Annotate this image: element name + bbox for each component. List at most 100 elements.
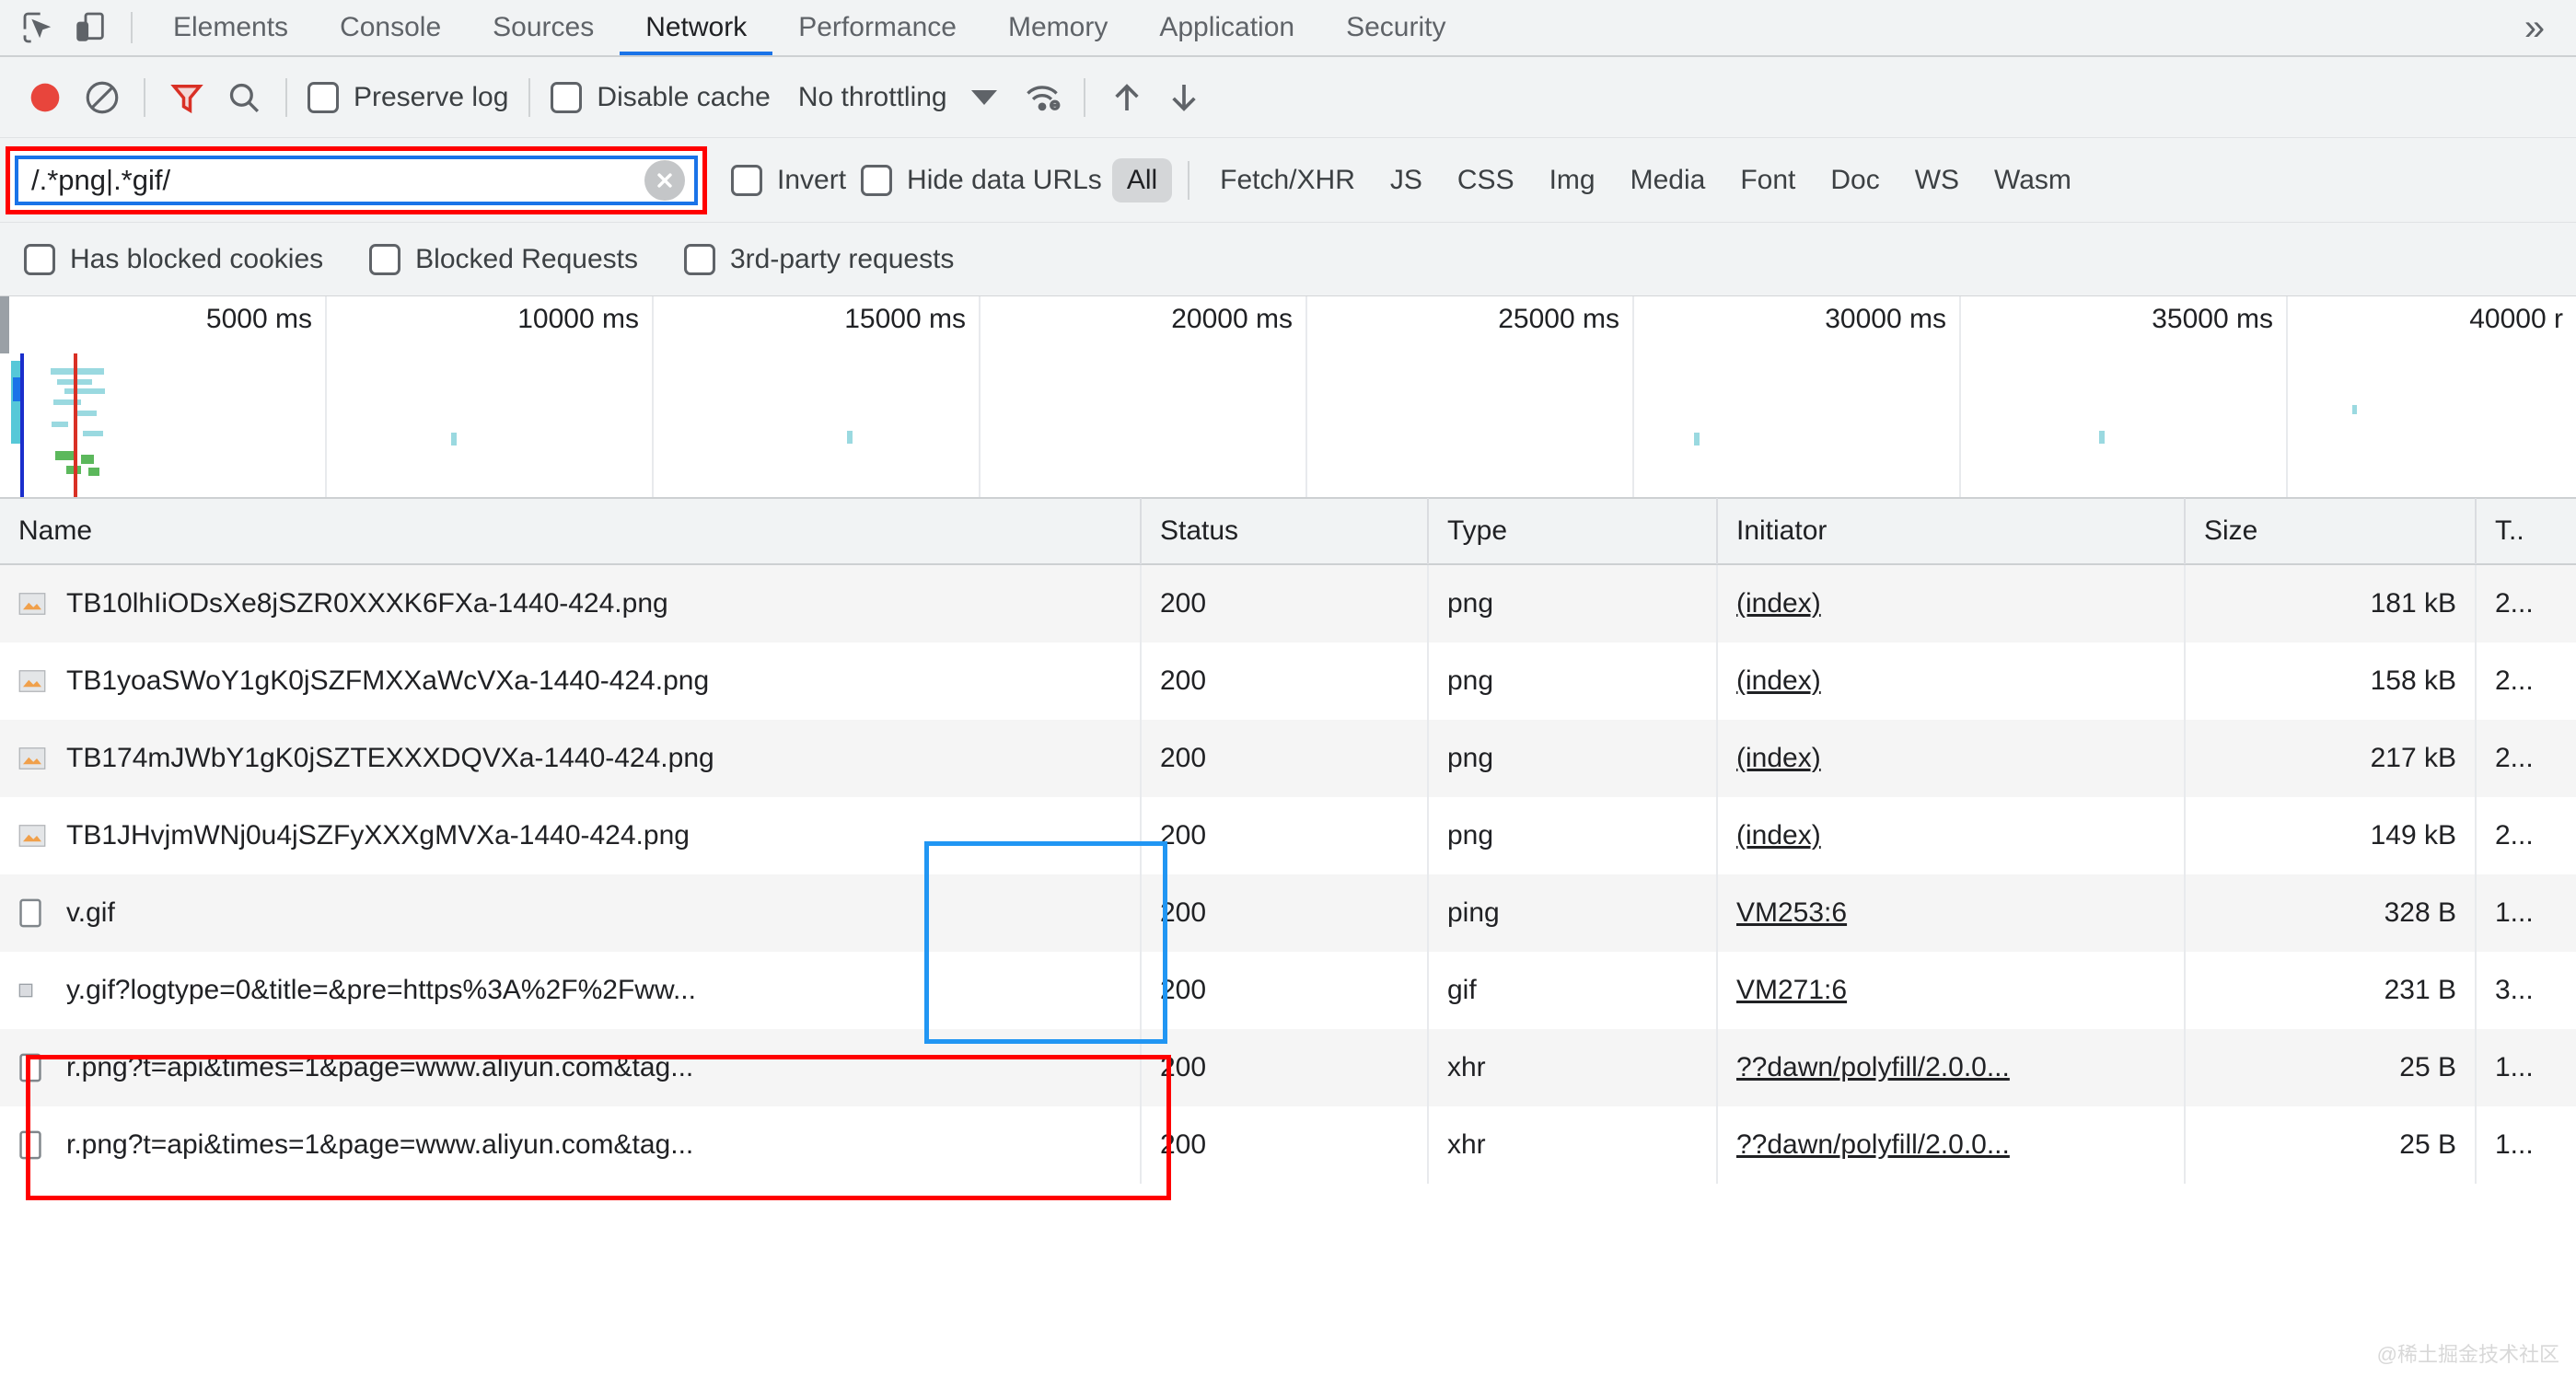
cell-time: 1...	[2495, 897, 2534, 928]
filter-icon[interactable]	[158, 69, 215, 126]
invert-label: Invert	[777, 164, 847, 195]
cell-initiator[interactable]: (index)	[1718, 797, 2186, 874]
cell-initiator[interactable]: ??dawn/polyfill/2.0.0...	[1718, 1106, 2186, 1184]
third-party-requests-checkbox[interactable]: 3rd-party requests	[677, 243, 961, 275]
table-row[interactable]: r.png?t=api&times=1&page=www.aliyun.com&…	[0, 1106, 2576, 1184]
preserve-log-checkbox[interactable]: Preserve log	[300, 81, 516, 113]
filter-type-all[interactable]: All	[1111, 157, 1173, 202]
export-har-icon[interactable]	[1155, 69, 1213, 126]
table-row[interactable]: TB174mJWbY1gK0jSZTEXXXDQVXa-1440-424.png…	[0, 720, 2576, 797]
tick-label: 30000 ms	[1825, 304, 1946, 334]
table-row[interactable]: r.png?t=api&times=1&page=www.aliyun.com&…	[0, 1029, 2576, 1106]
throttling-value: No throttling	[797, 81, 947, 112]
clear-filter-icon[interactable]	[644, 159, 685, 201]
request-name: TB1yoaSWoY1gK0jSZFMXXaWcVXa-1440-424.png	[66, 665, 710, 696]
cell-status: 200	[1142, 874, 1429, 952]
cell-initiator[interactable]: ??dawn/polyfill/2.0.0...	[1718, 1029, 2186, 1106]
search-icon[interactable]	[215, 69, 273, 126]
column-header-initiator[interactable]: Initiator	[1718, 498, 2186, 564]
filter-type-wasm[interactable]: Wasm	[1979, 158, 2086, 202]
cell-size: 328 B	[2186, 874, 2477, 952]
initiator-link[interactable]: VM253:6	[1736, 897, 1847, 929]
filter-type-font[interactable]: Font	[1725, 158, 1810, 202]
device-toolbar-icon[interactable]	[64, 2, 116, 53]
request-name: TB1JHvjmWNj0u4jSZFyXXXgMVXa-1440-424.png	[66, 820, 690, 850]
table-row[interactable]: TB10lhIiODsXe8jSZR0XXXK6FXa-1440-424.png…	[0, 565, 2576, 642]
filter-type-fetch-xhr[interactable]: Fetch/XHR	[1205, 158, 1370, 202]
filter-type-js[interactable]: JS	[1375, 158, 1437, 202]
initiator-link[interactable]: (index)	[1736, 743, 1821, 774]
tab-security[interactable]: Security	[1320, 0, 1471, 55]
tab-memory[interactable]: Memory	[982, 0, 1133, 55]
request-options-row: Has blocked cookies Blocked Requests 3rd…	[0, 223, 2576, 296]
table-row[interactable]: v.gif 200 ping VM253:6 328 B 1...	[0, 874, 2576, 952]
cell-initiator[interactable]: (index)	[1718, 642, 2186, 720]
cell-name[interactable]: v.gif	[0, 874, 1142, 952]
cell-initiator[interactable]: (index)	[1718, 720, 2186, 797]
tab-application[interactable]: Application	[1133, 0, 1320, 55]
column-header-status[interactable]: Status	[1142, 498, 1429, 564]
tick-label: 15000 ms	[844, 304, 966, 334]
table-row[interactable]: TB1JHvjmWNj0u4jSZFyXXXgMVXa-1440-424.png…	[0, 797, 2576, 874]
hide-data-urls-checkbox[interactable]: Hide data URLs	[853, 164, 1109, 196]
column-header-size[interactable]: Size	[2186, 498, 2477, 564]
filter-type-media[interactable]: Media	[1616, 158, 1721, 202]
tab-sources[interactable]: Sources	[467, 0, 620, 55]
column-header-time[interactable]: T..	[2477, 498, 2576, 564]
inspect-element-icon[interactable]	[13, 2, 64, 53]
network-overview[interactable]: 5000 ms 10000 ms 15000 ms 20000 ms 25000…	[0, 296, 2576, 499]
cell-name[interactable]: TB1yoaSWoY1gK0jSZFMXXaWcVXa-1440-424.png	[0, 642, 1142, 720]
column-header-name[interactable]: Name	[0, 498, 1142, 564]
column-header-type[interactable]: Type	[1429, 498, 1718, 564]
has-blocked-cookies-checkbox[interactable]: Has blocked cookies	[17, 243, 331, 275]
cell-size: 25 B	[2186, 1106, 2477, 1184]
import-har-icon[interactable]	[1098, 69, 1155, 126]
devtools-tabbar: Elements Console Sources Network Perform…	[0, 0, 2576, 57]
cell-time: 2...	[2495, 665, 2534, 696]
request-name: TB174mJWbY1gK0jSZTEXXXDQVXa-1440-424.png	[66, 743, 714, 773]
toolbar-divider	[144, 77, 145, 117]
filter-input-focused[interactable]: /.*png|.*gif/	[15, 155, 698, 205]
filter-type-doc[interactable]: Doc	[1816, 158, 1894, 202]
cell-name[interactable]: y.gif?logtype=0&title=&pre=https%3A%2F%2…	[0, 952, 1142, 1029]
filter-type-ws[interactable]: WS	[1900, 158, 1974, 202]
cell-time: 2...	[2495, 820, 2534, 850]
cell-name[interactable]: r.png?t=api&times=1&page=www.aliyun.com&…	[0, 1029, 1142, 1106]
cell-initiator[interactable]: (index)	[1718, 565, 2186, 642]
initiator-link[interactable]: ??dawn/polyfill/2.0.0...	[1736, 1129, 2010, 1161]
cell-name[interactable]: r.png?t=api&times=1&page=www.aliyun.com&…	[0, 1106, 1142, 1184]
more-tabs-button[interactable]: »	[2502, 0, 2567, 55]
tab-performance[interactable]: Performance	[772, 0, 982, 55]
tab-console[interactable]: Console	[314, 0, 467, 55]
cell-name[interactable]: TB174mJWbY1gK0jSZTEXXXDQVXa-1440-424.png	[0, 720, 1142, 797]
initiator-link[interactable]: VM271:6	[1736, 975, 1847, 1006]
tick-label: 35000 ms	[2152, 304, 2273, 334]
filter-type-img[interactable]: Img	[1535, 158, 1610, 202]
table-row[interactable]: y.gif?logtype=0&title=&pre=https%3A%2F%2…	[0, 952, 2576, 1029]
initiator-link[interactable]: (index)	[1736, 665, 1821, 697]
cell-size: 181 kB	[2186, 565, 2477, 642]
throttling-dropdown[interactable]: No throttling	[798, 82, 997, 113]
tab-elements[interactable]: Elements	[147, 0, 314, 55]
network-conditions-icon[interactable]	[1014, 69, 1071, 126]
cell-name[interactable]: TB10lhIiODsXe8jSZR0XXXK6FXa-1440-424.png	[0, 565, 1142, 642]
cell-name[interactable]: TB1JHvjmWNj0u4jSZFyXXXgMVXa-1440-424.png	[0, 797, 1142, 874]
tab-label: Console	[340, 12, 442, 42]
blocked-requests-checkbox[interactable]: Blocked Requests	[362, 243, 645, 275]
initiator-link[interactable]: ??dawn/polyfill/2.0.0...	[1736, 1052, 2010, 1083]
filter-divider	[1188, 160, 1190, 200]
tab-network[interactable]: Network	[620, 0, 772, 55]
table-row[interactable]: TB1yoaSWoY1gK0jSZFMXXaWcVXa-1440-424.png…	[0, 642, 2576, 720]
cell-initiator[interactable]: VM253:6	[1718, 874, 2186, 952]
initiator-link[interactable]: (index)	[1736, 588, 1821, 619]
initiator-link[interactable]: (index)	[1736, 820, 1821, 851]
cell-status: 200	[1142, 642, 1429, 720]
invert-checkbox[interactable]: Invert	[724, 164, 853, 196]
disable-cache-checkbox[interactable]: Disable cache	[543, 81, 777, 113]
cell-initiator[interactable]: VM271:6	[1718, 952, 2186, 1029]
filter-type-css[interactable]: CSS	[1443, 158, 1529, 202]
filter-input[interactable]: /.*png|.*gif/	[18, 164, 644, 197]
clear-icon[interactable]	[74, 69, 131, 126]
overview-tick: 5000 ms	[0, 296, 327, 353]
record-stop-icon[interactable]	[17, 69, 74, 126]
